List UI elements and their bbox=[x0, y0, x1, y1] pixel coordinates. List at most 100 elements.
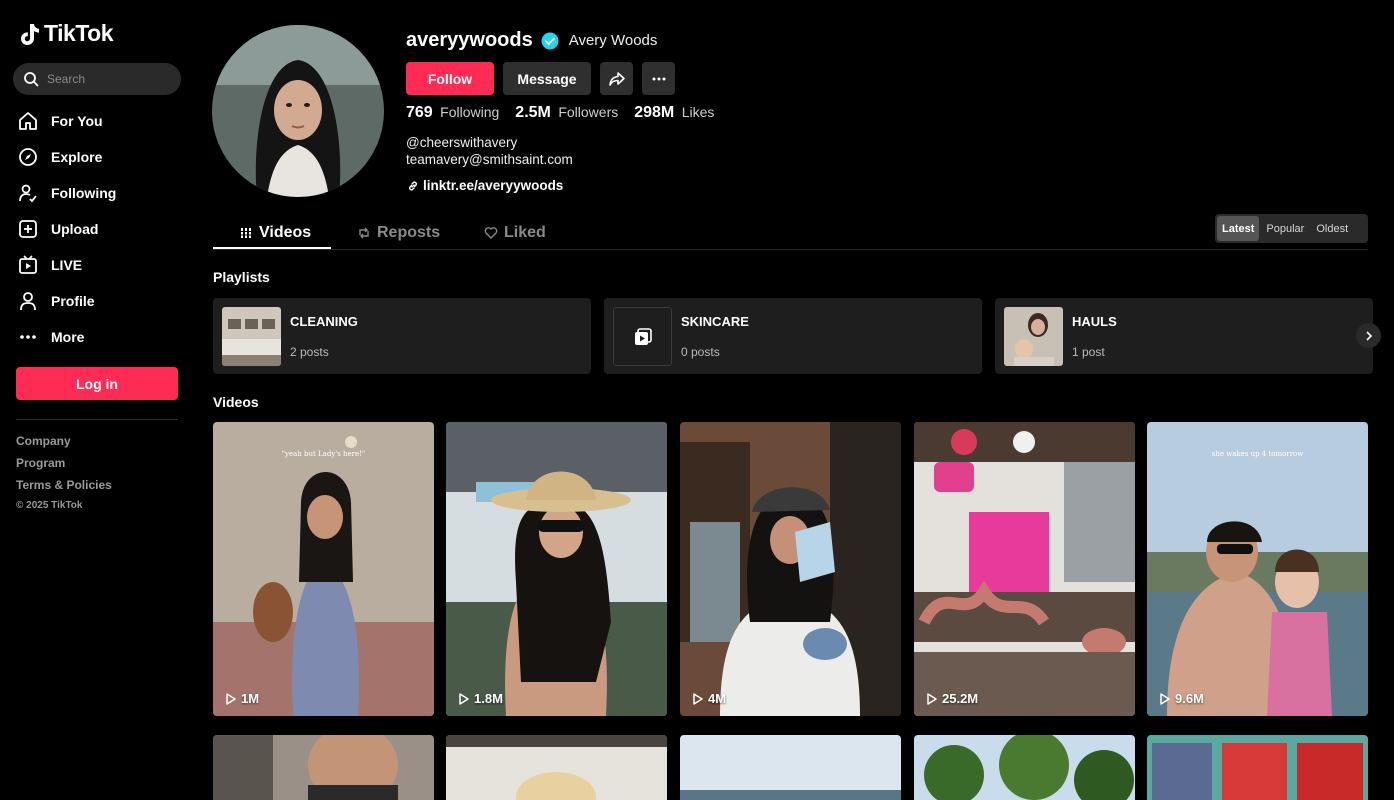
video-card[interactable] bbox=[213, 735, 434, 800]
video-views: 1M bbox=[225, 691, 259, 706]
stat-following[interactable]: 769 Following bbox=[406, 104, 499, 122]
username-row: averyywoods Avery Woods bbox=[406, 29, 657, 52]
sort-latest[interactable]: Latest bbox=[1217, 216, 1260, 241]
nav-item-live[interactable]: LIVE bbox=[18, 247, 116, 283]
stat-followers-label: Followers bbox=[558, 104, 619, 120]
video-card[interactable]: she wakes up 4 tomorrow 9.6M bbox=[1147, 422, 1368, 716]
video-view-count: 4M bbox=[708, 691, 727, 706]
footer-link-terms[interactable]: Terms & Policies bbox=[16, 478, 112, 500]
video-thumbnail bbox=[680, 735, 901, 800]
profile-avatar[interactable] bbox=[212, 25, 384, 197]
footer-link-program[interactable]: Program bbox=[16, 456, 112, 478]
playlist-next-button[interactable] bbox=[1356, 323, 1381, 348]
nav-label: Explore bbox=[51, 149, 103, 165]
bio-line-handle: @cheerswithavery bbox=[406, 135, 518, 150]
footer-link-company[interactable]: Company bbox=[16, 434, 112, 456]
search-box[interactable] bbox=[13, 63, 181, 95]
tab-reposts-label: Reposts bbox=[377, 223, 441, 241]
play-icon bbox=[226, 692, 236, 705]
nav-item-explore[interactable]: Explore bbox=[18, 139, 116, 175]
playlist-count: 0 posts bbox=[681, 345, 720, 359]
video-views: 1.8M bbox=[458, 691, 503, 706]
video-thumbnail bbox=[914, 422, 1135, 716]
stat-followers-value: 2.5M bbox=[515, 104, 551, 121]
link-icon bbox=[409, 181, 417, 190]
more-options-button[interactable] bbox=[642, 62, 675, 95]
message-button[interactable]: Message bbox=[503, 62, 591, 95]
tab-videos[interactable]: Videos bbox=[241, 216, 311, 249]
footer-links: Company Program Terms & Policies © 2025 … bbox=[16, 434, 112, 511]
nav-item-upload[interactable]: Upload bbox=[18, 211, 116, 247]
playlist-thumbnail bbox=[613, 307, 672, 366]
profile-link[interactable]: linktr.ee/averyywoods bbox=[407, 178, 563, 193]
stat-followers[interactable]: 2.5M Followers bbox=[515, 104, 618, 122]
tab-videos-label: Videos bbox=[259, 223, 312, 241]
nav-label: Following bbox=[51, 185, 117, 201]
video-thumbnail bbox=[1147, 735, 1368, 800]
play-icon bbox=[459, 692, 469, 705]
nav-label: Profile bbox=[51, 293, 95, 309]
video-card[interactable]: 25.2M bbox=[914, 422, 1135, 716]
sidebar: TikTok For You Explore bbox=[0, 0, 194, 800]
playlist-count: 1 post bbox=[1072, 345, 1105, 359]
video-view-count: 9.6M bbox=[1175, 691, 1204, 706]
nav-item-for-you[interactable]: For You bbox=[18, 103, 116, 139]
video-card[interactable] bbox=[1147, 735, 1368, 800]
video-views: 9.6M bbox=[1159, 691, 1204, 706]
stat-following-label: Following bbox=[440, 104, 500, 120]
video-thumbnail bbox=[680, 422, 901, 716]
playlist-card-hauls[interactable]: HAULS 1 post bbox=[995, 298, 1373, 374]
video-card[interactable]: 1.8M bbox=[446, 422, 667, 716]
copyright: © 2025 TikTok bbox=[16, 500, 83, 511]
playlist-card-skincare[interactable]: SKINCARE 0 posts bbox=[604, 298, 982, 374]
sort-oldest[interactable]: Oldest bbox=[1311, 216, 1353, 241]
video-thumbnail bbox=[213, 735, 434, 800]
sort-popular[interactable]: Popular bbox=[1261, 216, 1309, 241]
nav-item-following[interactable]: Following bbox=[18, 175, 116, 211]
video-card[interactable] bbox=[680, 735, 901, 800]
video-thumbnail bbox=[446, 735, 667, 800]
video-card[interactable]: "yeah but Lady's here!" 1M bbox=[213, 422, 434, 716]
avatar-photo bbox=[212, 25, 384, 197]
profile-bio: @cheerswithavery teamavery@smithsaint.co… bbox=[406, 134, 573, 168]
video-thumbnail bbox=[1147, 422, 1368, 716]
playlist-name: SKINCARE bbox=[681, 314, 749, 329]
follow-button[interactable]: Follow bbox=[406, 62, 494, 95]
tab-liked-label: Liked bbox=[504, 223, 546, 241]
nav-label: More bbox=[51, 329, 85, 345]
share-button[interactable] bbox=[600, 62, 633, 95]
video-card[interactable] bbox=[446, 735, 667, 800]
tab-liked[interactable]: Liked bbox=[484, 216, 546, 249]
active-tab-indicator bbox=[213, 247, 331, 249]
following-icon bbox=[18, 183, 38, 203]
brand-name: TikTok bbox=[44, 20, 114, 46]
video-thumbnail bbox=[446, 422, 667, 716]
video-caption: she wakes up 4 tomorrow bbox=[1211, 450, 1304, 458]
profile-stats: 769 Following 2.5M Followers 298M Likes bbox=[406, 104, 714, 122]
nav-item-profile[interactable]: Profile bbox=[18, 283, 116, 319]
playlist-icon bbox=[634, 327, 652, 345]
nav-item-more[interactable]: More bbox=[18, 319, 116, 355]
verified-icon bbox=[541, 32, 559, 49]
tab-reposts[interactable]: Reposts bbox=[357, 216, 440, 249]
home-icon bbox=[18, 111, 38, 131]
video-card[interactable]: 4M bbox=[680, 422, 901, 716]
sort-toggle: Latest Popular Oldest bbox=[1215, 214, 1368, 243]
video-views: 25.2M bbox=[926, 691, 978, 706]
video-card[interactable] bbox=[914, 735, 1135, 800]
search-input[interactable] bbox=[47, 72, 167, 86]
nav-label: Upload bbox=[51, 221, 99, 237]
playlist-count: 2 posts bbox=[290, 345, 329, 359]
playlist-card-cleaning[interactable]: CLEANING 2 posts bbox=[213, 298, 591, 374]
login-button[interactable]: Log in bbox=[16, 367, 178, 400]
chevron-right-icon bbox=[1365, 330, 1372, 341]
tiktok-logo[interactable]: TikTok bbox=[19, 20, 114, 47]
display-name: Avery Woods bbox=[568, 32, 658, 49]
stat-likes-value: 298M bbox=[634, 104, 675, 121]
videos-heading: Videos bbox=[213, 394, 259, 410]
profile-icon bbox=[18, 291, 38, 311]
video-view-count: 25.2M bbox=[942, 691, 979, 706]
profile-link-text: linktr.ee/averyywoods bbox=[423, 178, 564, 193]
nav-label: For You bbox=[51, 113, 103, 129]
video-view-count: 1.8M bbox=[474, 691, 503, 706]
